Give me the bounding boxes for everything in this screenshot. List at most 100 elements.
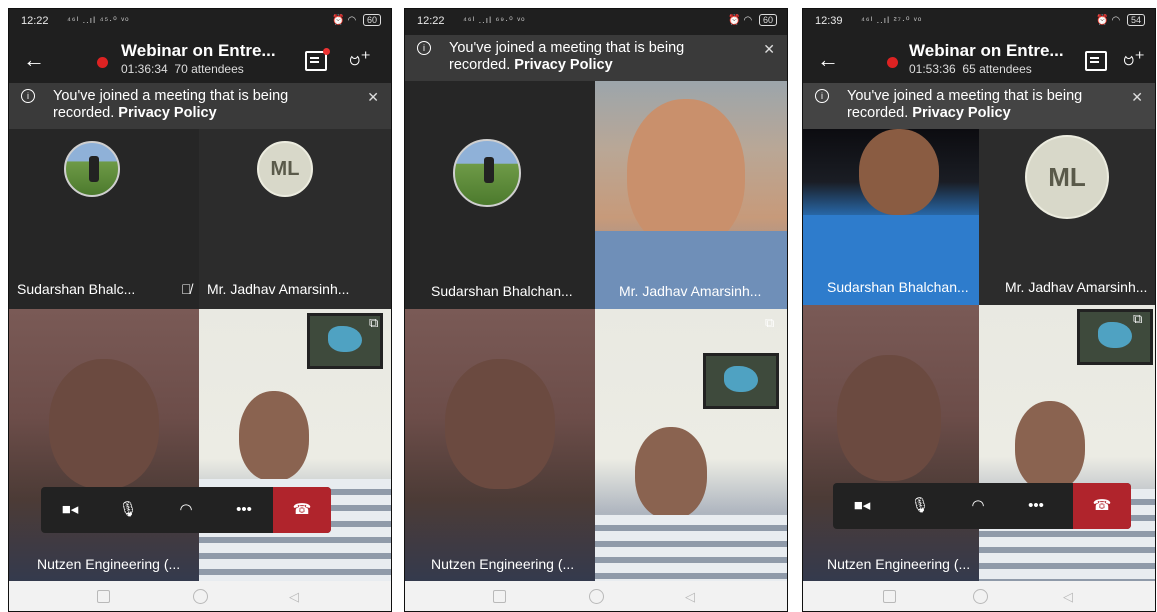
close-icon[interactable]: ✕ [763, 41, 775, 58]
screen-share-icon: ⧉ [1133, 311, 1143, 326]
participant-face [445, 359, 555, 489]
recording-banner: i You've joined a meeting that is being … [9, 83, 391, 129]
home-icon[interactable] [973, 589, 988, 604]
home-icon[interactable] [193, 589, 208, 604]
close-icon[interactable]: ✕ [1131, 89, 1143, 106]
recents-icon[interactable] [883, 590, 896, 603]
arrow-left-icon[interactable]: ← [23, 47, 45, 73]
participant-tile-sudarshan[interactable]: Sudarshan Bhalchan... [405, 81, 595, 309]
wall-map [703, 353, 779, 409]
end-call-icon[interactable]: ☎ [1073, 483, 1131, 529]
close-icon[interactable]: ✕ [367, 89, 379, 106]
attendee-count: 65 attendees [962, 62, 1032, 76]
status-time: 12:22 [21, 15, 49, 27]
info-icon: i [417, 41, 431, 55]
participant-name: Mr. Jadhav Amarsinh... [207, 281, 350, 297]
status-time: 12:22 [417, 15, 445, 27]
status-bar: 12:39 ⁴⁶ᴵ ..ıl ²⁷·⁰ ᵛᵒ ⏰ ◠ 54 [803, 9, 1155, 35]
participant-face [239, 391, 309, 481]
video-tile-presenter[interactable]: ⧉ [595, 309, 787, 581]
video-tile-jadhav[interactable]: Mr. Jadhav Amarsinh... [595, 81, 787, 309]
battery-icon: 60 [362, 14, 381, 26]
status-right-icons: ⏰ ◠ 60 [332, 14, 381, 26]
recents-icon[interactable] [97, 590, 110, 603]
banner-text: You've joined a meeting that is being re… [53, 88, 351, 122]
avatar [453, 139, 521, 207]
participant-tile-jadhav[interactable]: ML Mr. Jadhav Amarsinh... [979, 129, 1155, 305]
microphone-icon[interactable]: 🎙 [99, 487, 157, 533]
battery-icon: 60 [758, 14, 777, 26]
home-icon[interactable] [589, 589, 604, 604]
chat-icon[interactable] [1085, 51, 1107, 71]
avatar-initials: ML [1025, 135, 1109, 219]
back-nav-icon[interactable]: ◁ [685, 589, 695, 605]
more-options-icon[interactable]: ••• [1007, 483, 1065, 529]
status-bar: 12:22 ⁴⁶ᴵ ..ıl ⁴⁵·⁰ ᵛᵒ ⏰ ◠ 60 [9, 9, 391, 35]
participant-name: Sudarshan Bhalchan... [827, 279, 969, 295]
video-tile-presenter[interactable]: ⧉ [979, 305, 1155, 581]
speaker-icon[interactable]: ◠ [157, 487, 215, 533]
avatar [64, 141, 120, 197]
avatar-initials: ML [257, 141, 313, 197]
participant-tile-jadhav[interactable]: ML Mr. Jadhav Amarsinh... [199, 129, 391, 309]
participant-name: Sudarshan Bhalchan... [431, 283, 573, 299]
recording-banner: i You've joined a meeting that is being … [405, 35, 787, 81]
signal-indicators: ⁴⁶ᴵ ..ıl ²⁷·⁰ ᵛᵒ [861, 15, 923, 25]
video-tile-nutzen[interactable]: Nutzen Engineering (... [9, 309, 199, 581]
privacy-policy-link[interactable]: Privacy Policy [514, 57, 612, 73]
more-options-icon[interactable]: ••• [215, 487, 273, 533]
privacy-policy-link[interactable]: Privacy Policy [912, 105, 1010, 121]
video-tile-nutzen[interactable]: Nutzen Engineering (... [405, 309, 595, 581]
recording-banner: i You've joined a meeting that is being … [803, 83, 1155, 129]
chat-icon[interactable] [305, 48, 330, 71]
participant-face [837, 355, 941, 481]
banner-text: You've joined a meeting that is being re… [449, 40, 747, 74]
status-bar: 12:22 ⁴⁶ᴵ ..ıl ⁶⁹·⁰ ᵛᵒ ⏰ ◠ 60 [405, 9, 787, 35]
info-icon: i [21, 89, 35, 103]
video-tile-nutzen[interactable]: Nutzen Engineering (... [803, 305, 979, 581]
recording-dot-icon [97, 57, 108, 68]
android-nav-bar: ◁ [405, 581, 787, 611]
participant-name: Mr. Jadhav Amarsinh... [619, 283, 762, 299]
participant-face [627, 99, 745, 249]
meeting-header: ← Webinar on Entre... 01:36:34 70 attend… [9, 35, 391, 83]
video-tile-sudarshan[interactable]: Sudarshan Bhalchan... [803, 129, 979, 305]
status-time: 12:39 [815, 15, 843, 27]
participant-name: Nutzen Engineering (... [431, 556, 575, 572]
participant-face [859, 129, 939, 215]
back-nav-icon[interactable]: ◁ [1063, 589, 1073, 605]
recents-icon[interactable] [493, 590, 506, 603]
arrow-left-icon[interactable]: ← [817, 47, 839, 73]
meeting-title: Webinar on Entre... [121, 41, 276, 60]
battery-icon: 54 [1126, 14, 1145, 26]
speaker-icon[interactable]: ◠ [949, 483, 1007, 529]
signal-indicators: ⁴⁶ᴵ ..ıl ⁶⁹·⁰ ᵛᵒ [463, 15, 526, 25]
video-camera-icon[interactable]: ■◂ [833, 483, 891, 529]
back-nav-icon[interactable]: ◁ [289, 589, 299, 605]
meeting-timer: 01:36:34 [121, 62, 168, 76]
android-nav-bar: ◁ [9, 581, 391, 611]
video-tile-presenter[interactable]: ⧉ [199, 309, 391, 581]
microphone-icon[interactable]: 🎙 [891, 483, 949, 529]
meeting-timer: 01:53:36 [909, 62, 956, 76]
phone-screen-2: 12:22 ⁴⁶ᴵ ..ıl ⁶⁹·⁰ ᵛᵒ ⏰ ◠ 60 i You've j… [404, 8, 788, 612]
meeting-header: ← Webinar on Entre... 01:53:36 65 attend… [803, 35, 1155, 83]
meeting-timer-attendees: 01:53:36 65 attendees [909, 62, 1032, 76]
privacy-policy-link[interactable]: Privacy Policy [118, 105, 216, 121]
add-people-icon[interactable]: ဗ⁺ [1123, 45, 1145, 75]
call-controls: ■◂ 🎙 ◠ ••• ☎ [41, 487, 331, 533]
screen-share-icon: ⧉ [369, 315, 379, 330]
phone-screen-1: 12:22 ⁴⁶ᴵ ..ıl ⁴⁵·⁰ ᵛᵒ ⏰ ◠ 60 ← Webinar … [8, 8, 392, 612]
video-camera-icon[interactable]: ■◂ [41, 487, 99, 533]
banner-text: You've joined a meeting that is being re… [847, 88, 1115, 122]
chat-notification-dot [323, 48, 330, 55]
participant-name: Mr. Jadhav Amarsinh... [1005, 279, 1148, 295]
striped-shirt [595, 515, 787, 581]
participant-face [49, 359, 159, 489]
participant-name: Sudarshan Bhalc... [17, 281, 136, 297]
call-controls: ■◂ 🎙 ◠ ••• ☎ [833, 483, 1131, 529]
end-call-icon[interactable]: ☎ [273, 487, 331, 533]
add-people-icon[interactable]: ဗ⁺ [349, 45, 371, 75]
participant-tile-sudarshan[interactable]: Sudarshan Bhalc... 🎙̸ [9, 129, 199, 309]
mic-muted-icon: 🎙̸ [181, 281, 192, 297]
